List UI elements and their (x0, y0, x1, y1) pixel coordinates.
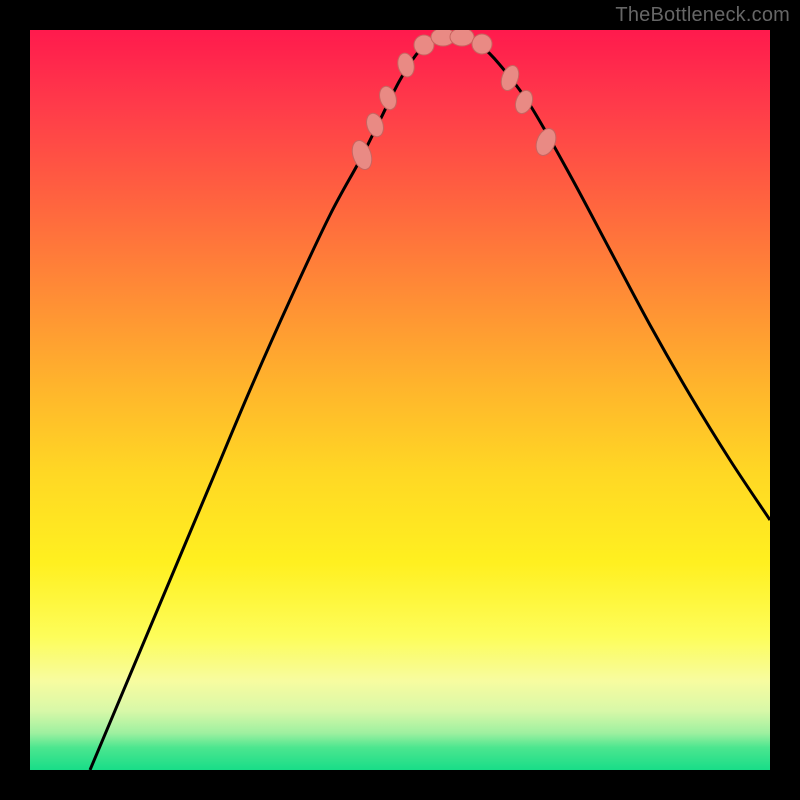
marker-dot (450, 30, 474, 46)
marker-dot (396, 52, 417, 79)
bottleneck-curve (90, 33, 770, 770)
marker-dot (349, 138, 375, 172)
highlight-markers (349, 30, 560, 172)
marker-dot (532, 126, 559, 159)
curve-layer (30, 30, 770, 770)
watermark-text: TheBottleneck.com (615, 4, 790, 27)
chart-frame: TheBottleneck.com (0, 0, 800, 800)
plot-area (30, 30, 770, 770)
marker-dot (512, 88, 535, 116)
